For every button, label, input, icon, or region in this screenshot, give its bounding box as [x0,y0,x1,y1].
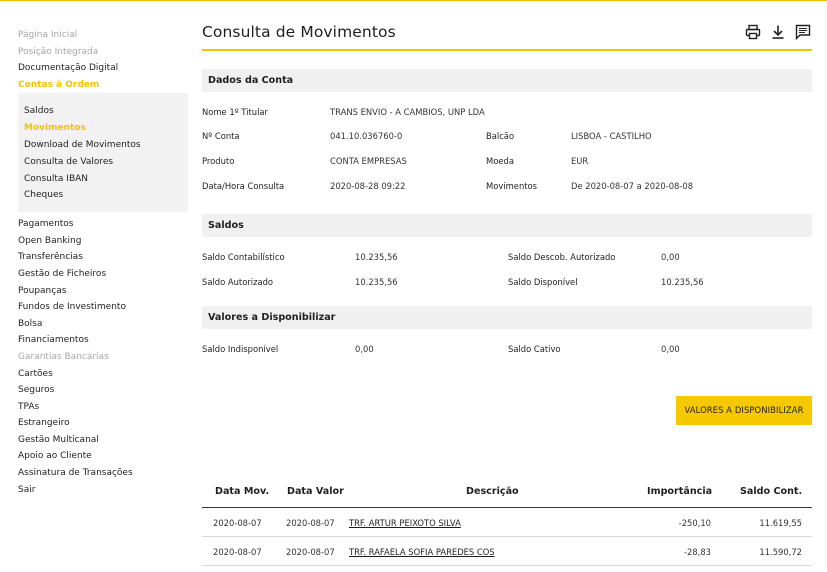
saldo-indisponivel-label: Saldo Indisponível [202,344,279,354]
section-dados-conta: Dados da Conta [202,69,812,92]
saldo-disponivel-value: 10.235,56 [661,277,704,287]
balcao-value: LISBOA - CASTILHO [571,131,652,141]
comment-icon[interactable] [794,23,812,41]
cell-data-mov: 2020-08-07 [213,547,262,557]
sidebar-item-estrangeiro[interactable]: Estrangeiro [18,415,188,432]
produto-value: CONTA EMPRESAS [330,156,407,166]
sidebar-item-open-banking[interactable]: Open Banking [18,233,188,250]
sidebar-item-fundos-de-investimento[interactable]: Fundos de Investimento [18,299,188,316]
sidebar-item-pagina-inicial[interactable]: Página Inicial [18,27,188,44]
titular-label: Nome 1º Titular [202,107,268,117]
sidebar-item-seguros[interactable]: Seguros [18,382,188,399]
cell-data-valor: 2020-08-07 [286,547,335,557]
saldo-autorizado-label: Saldo Autorizado [202,277,274,287]
titular-value: TRANS ENVIO - A CAMBIOS, UNP LDA [330,107,485,117]
saldo-contabilistico-value: 10.235,56 [355,252,398,262]
saldo-indisponivel-value: 0,00 [355,344,374,354]
sidebar-item-bolsa[interactable]: Bolsa [18,316,188,333]
cell-importancia: -250,10 [678,518,711,528]
section-title: Valores a Disponibilizar [202,306,812,329]
sidebar-item-transferencias[interactable]: Transferências [18,249,188,266]
submenu-item-download-de-movimentos[interactable]: Download de Movimentos [24,137,188,154]
sidebar-bottom-group: Pagamentos Open Banking Transferências Gest… [18,216,188,498]
sidebar-item-tpas[interactable]: TPAs [18,399,188,416]
download-icon[interactable] [769,23,787,41]
sidebar-item-sair[interactable]: Sair [18,482,188,499]
sidebar-top-group: Página Inicial Posição Integrada Documenta… [18,27,188,93]
section-valores: Valores a Disponibilizar [202,306,812,329]
saldo-disponivel-label: Saldo Disponível [508,277,578,287]
moeda-value: EUR [571,156,589,166]
submenu-item-consulta-iban[interactable]: Consulta IBAN [24,171,188,188]
cell-data-mov: 2020-08-07 [213,518,262,528]
column-header-data-mov[interactable]: Data Mov. [215,486,269,497]
sidebar-item-documentacao-digital[interactable]: Documentação Digital [18,60,188,77]
saldo-descob-label: Saldo Descob. Autorizado [508,252,616,262]
saldo-cativo-value: 0,00 [661,344,680,354]
sidebar-nav: Página Inicial Posição Integrada Documenta… [18,27,188,498]
submenu-item-movimentos[interactable]: Movimentos [24,120,188,137]
sidebar-item-apoio-ao-cliente[interactable]: Apoio ao Cliente [18,448,188,465]
submenu-item-consulta-de-valores[interactable]: Consulta de Valores [24,154,188,171]
sidebar-item-posicao-integrada[interactable]: Posição Integrada [18,44,188,61]
moeda-label: Moeda [486,156,514,166]
submenu-item-cheques[interactable]: Cheques [24,187,188,204]
table-row: 2020-08-07 2020-08-07 TRF. ARTUR PEIXOTO… [202,508,812,537]
cell-saldo: 11.590,72 [759,547,802,557]
conta-label: Nº Conta [202,131,240,141]
saldo-autorizado-value: 10.235,56 [355,277,398,287]
cell-descricao-link[interactable]: TRF. RAFAELA SOFIA PAREDES COS [349,547,495,557]
cell-data-valor: 2020-08-07 [286,518,335,528]
sidebar-item-pagamentos[interactable]: Pagamentos [18,216,188,233]
balcao-label: Balcão [486,131,515,141]
column-header-data-valor[interactable]: Data Valor [287,486,344,497]
saldo-descob-value: 0,00 [661,252,680,262]
table-row: 2020-08-07 2020-08-07 TRF. RAFAELA SOFIA… [202,537,812,566]
conta-value: 041.10.036760-0 [330,131,403,141]
data-consulta-value: 2020-08-28 09:22 [330,181,406,191]
cell-importancia: -28,83 [684,547,711,557]
saldo-contabilistico-label: Saldo Contabilístico [202,252,285,262]
sidebar-item-gestao-multicanal[interactable]: Gestão Multicanal [18,432,188,449]
cell-descricao-link[interactable]: TRF. ARTUR PEIXOTO SILVA [349,518,461,528]
sidebar-item-financiamentos[interactable]: Financiamentos [18,332,188,349]
sidebar-item-cartoes[interactable]: Cartões [18,366,188,383]
produto-label: Produto [202,156,235,166]
column-header-descricao[interactable]: Descrição [466,486,519,497]
column-header-importancia[interactable]: Importância [647,486,712,497]
sidebar-item-poupancas[interactable]: Poupanças [18,283,188,300]
saldo-cativo-label: Saldo Cativo [508,344,561,354]
section-title: Saldos [202,214,812,237]
movimentos-value: De 2020-08-07 a 2020-08-08 [571,181,694,191]
main-content: Consulta de Movimentos [202,18,812,51]
sidebar-item-garantias-bancarias[interactable]: Garantias Bancárias [18,349,188,366]
sidebar-item-gestao-de-ficheiros[interactable]: Gestão de Ficheiros [18,266,188,283]
section-title: Dados da Conta [202,69,812,92]
section-saldos: Saldos [202,214,812,237]
cell-saldo: 11.619,55 [759,518,802,528]
toolbar [744,23,812,41]
sidebar-submenu-contas: Saldos Movimentos Download de Movimentos Co… [18,93,188,213]
page-title: Consulta de Movimentos [202,23,396,41]
sidebar-item-assinatura-de-transacoes[interactable]: Assinatura de Transações [18,465,188,482]
title-row: Consulta de Movimentos [202,18,812,51]
movimentos-label: Movimentos [486,181,538,191]
printer-icon[interactable] [744,23,762,41]
valores-disponibilizar-button[interactable]: VALORES A DISPONIBILIZAR [676,396,812,425]
column-header-saldo[interactable]: Saldo Cont. [740,486,802,497]
data-consulta-label: Data/Hora Consulta [202,181,285,191]
submenu-item-saldos[interactable]: Saldos [24,103,188,120]
top-accent-line [0,0,827,1]
sidebar-item-contas-a-ordem[interactable]: Contas à Ordem [18,77,188,94]
